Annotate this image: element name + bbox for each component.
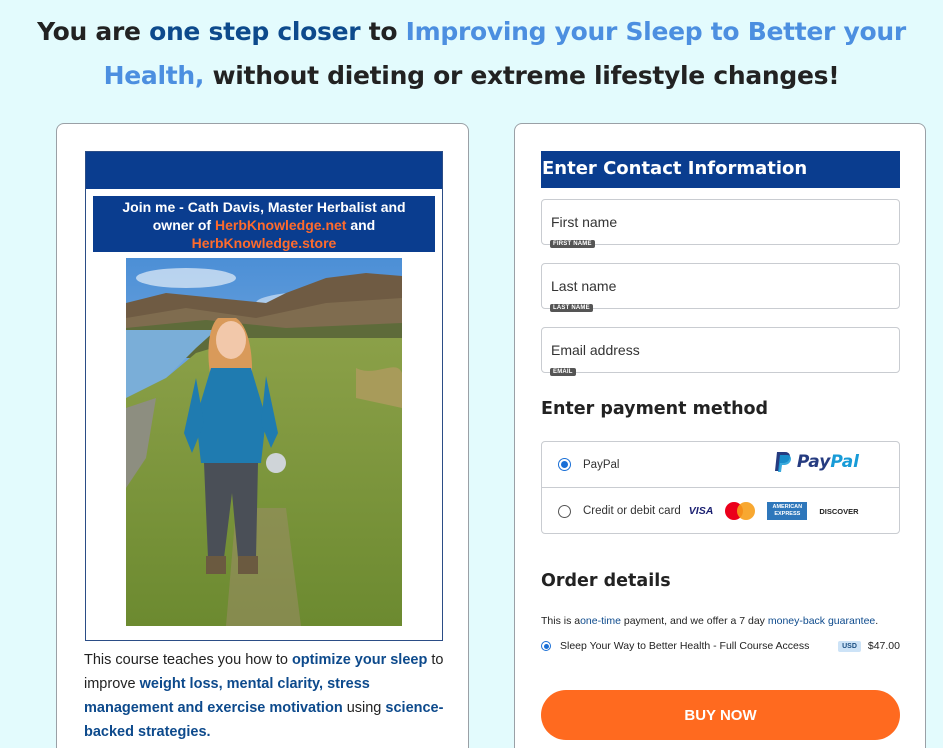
buy-now-button[interactable]: BUY NOW <box>541 690 900 740</box>
herbknowledge-store-link[interactable]: HerbKnowledge.store <box>93 234 435 252</box>
promo-header-bar <box>86 152 442 189</box>
last-name-tag: Last name <box>550 304 593 312</box>
contact-section-title: Enter Contact Information <box>541 151 900 188</box>
first-name-field[interactable]: First name <box>541 199 900 248</box>
promo-banner: Join me - Cath Davis, Master Herbalist a… <box>93 196 435 252</box>
paypal-logo-text: Pay <box>796 452 831 472</box>
page-headline: You are one step closer to Improving you… <box>0 10 943 98</box>
first-name-tag: First name <box>550 240 595 248</box>
card-option-label: Credit or debit card <box>583 505 681 517</box>
order-section-title: Order details <box>541 571 671 591</box>
course-text: using <box>342 700 386 716</box>
paypal-option-label: PayPal <box>583 458 620 471</box>
email-field[interactable]: Email <box>541 327 900 376</box>
radio-selected-icon[interactable] <box>558 458 571 471</box>
headline-highlight: one step closer <box>149 17 361 46</box>
headline-part: to <box>360 17 406 46</box>
discover-logo: DISCOVER <box>819 506 859 516</box>
promo-line: Join me - Cath Davis, Master Herbalist a… <box>122 199 406 215</box>
paypal-logo: Pay Pal <box>773 451 859 473</box>
order-item-price: $47.00 <box>867 640 900 652</box>
promo-text: owner of <box>152 217 215 233</box>
paypal-logo-text: Pal <box>830 452 859 472</box>
order-text: payment, and we offer a 7 day <box>620 615 768 627</box>
herbknowledge-net-link[interactable]: HerbKnowledge.net <box>215 217 346 233</box>
course-info-card: Join me - Cath Davis, Master Herbalist a… <box>56 123 469 748</box>
order-text: . <box>875 615 879 627</box>
order-highlight: money-back guarantee <box>767 615 876 627</box>
headline-part: You are <box>37 17 150 46</box>
course-description: This course teaches you how to optimize … <box>84 648 454 744</box>
paypal-logo-icon <box>774 452 791 472</box>
checkout-card: Enter Contact Information First name Las… <box>514 123 926 748</box>
card-option[interactable]: Credit or debit card VISA AMERICAN EXPRE… <box>542 488 899 534</box>
amex-logo: AMERICAN EXPRESS <box>767 502 808 520</box>
email-input[interactable] <box>542 328 899 372</box>
order-item-name: Sleep Your Way to Better Health - Full C… <box>560 640 810 652</box>
order-item[interactable]: Sleep Your Way to Better Health - Full C… <box>541 640 900 652</box>
promo-box: Join me - Cath Davis, Master Herbalist a… <box>85 151 443 641</box>
course-text: This course teaches you how to <box>84 652 292 668</box>
course-highlight: optimize your sleep <box>291 652 428 668</box>
order-highlight: one-time <box>580 615 621 627</box>
herbalist-photo-illustration <box>126 258 402 626</box>
herbalist-photo <box>126 258 402 626</box>
headline-part: without dieting or extreme lifestyle cha… <box>204 61 840 90</box>
payment-method-box: PayPal Pay Pal Credit or debit card VISA … <box>541 441 900 534</box>
radio-unselected-icon[interactable] <box>558 504 571 518</box>
mastercard-logo-icon <box>725 502 756 520</box>
card-logos: VISA AMERICAN EXPRESS DISCOVER <box>689 502 859 520</box>
promo-text: and <box>346 217 376 233</box>
order-guarantee-text: This is aone-time payment, and we offer … <box>541 615 878 627</box>
currency-badge: USD <box>838 640 861 652</box>
visa-logo: VISA <box>688 505 714 517</box>
payment-section-title: Enter payment method <box>541 399 769 419</box>
paypal-option[interactable]: PayPal Pay Pal <box>542 442 899 488</box>
order-text: This is a <box>541 615 581 627</box>
last-name-field[interactable]: Last name <box>541 263 900 312</box>
last-name-input[interactable] <box>542 264 899 308</box>
first-name-input[interactable] <box>542 200 899 244</box>
radio-selected-icon[interactable] <box>541 641 551 651</box>
promo-line: owner of HerbKnowledge.net and <box>93 216 435 234</box>
email-tag: Email <box>550 368 576 376</box>
